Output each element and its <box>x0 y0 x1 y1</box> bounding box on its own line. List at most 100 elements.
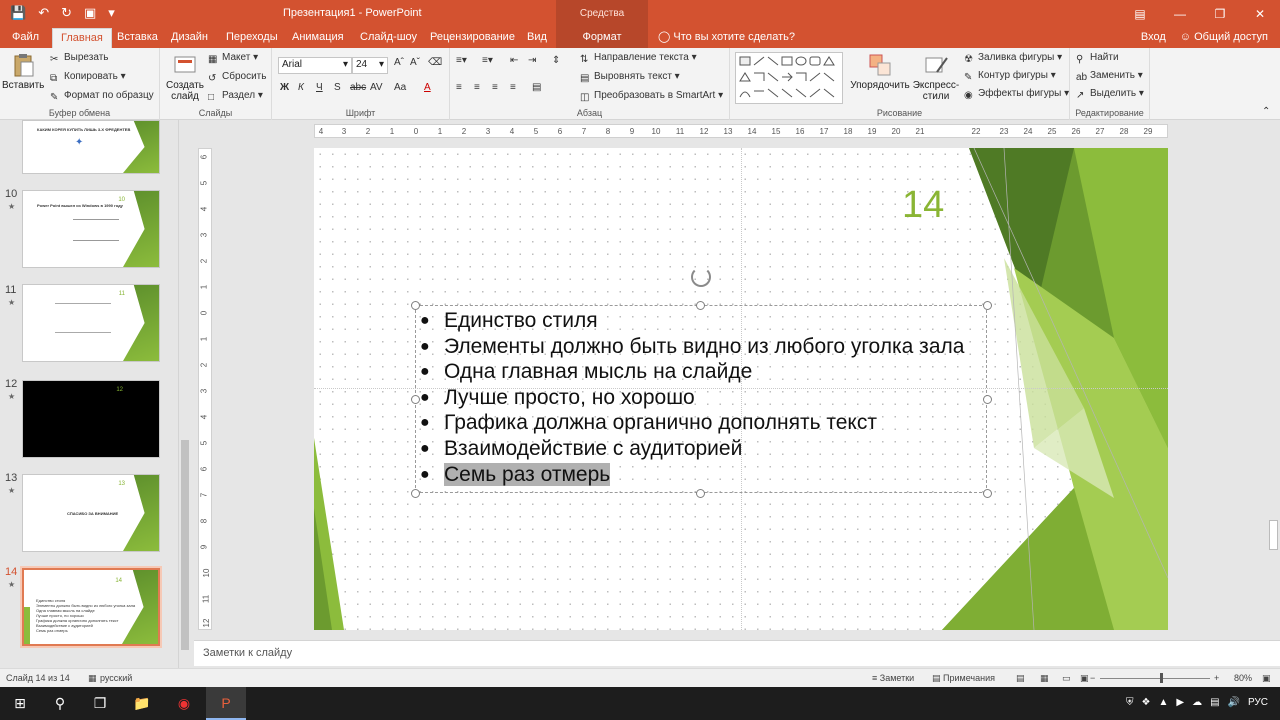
redo-icon[interactable]: ↻ <box>61 5 72 21</box>
close-button[interactable]: ✕ <box>1240 0 1280 28</box>
new-slide-button[interactable]: Создать слайд <box>164 52 206 102</box>
search-icon[interactable]: ⚲ <box>40 687 80 720</box>
decrease-indent-button[interactable]: ⇤ <box>510 55 518 66</box>
tab-design[interactable]: Дизайн <box>171 28 208 48</box>
font-size-field[interactable]: 24 ▾ <box>352 57 388 74</box>
tab-format[interactable]: Формат <box>556 28 648 48</box>
bullets-button[interactable]: ≡▾ <box>456 55 467 66</box>
minimize-button[interactable]: — <box>1160 0 1200 28</box>
find-button[interactable]: ⚲ Найти <box>1076 52 1119 66</box>
bullet-item[interactable]: ● Семь раз отмерь <box>420 462 964 488</box>
slide-sorter-icon[interactable]: ▦ <box>1040 673 1049 684</box>
cloud-icon[interactable]: ☁ <box>1192 697 1202 708</box>
resize-handle[interactable] <box>411 395 420 404</box>
tab-review[interactable]: Рецензирование <box>430 28 515 48</box>
slide-thumbnail-13[interactable]: 13 СПАСИБО ЗА ВНИМАНИЕ <box>22 474 160 552</box>
shadow-button[interactable]: S <box>334 82 341 93</box>
resize-handle[interactable] <box>411 489 420 498</box>
input-language[interactable]: РУС <box>1248 697 1268 708</box>
scrollbar-thumb[interactable] <box>1269 520 1278 550</box>
justify-button[interactable]: ≡ <box>510 82 516 93</box>
zoom-out-icon[interactable]: − <box>1090 673 1095 683</box>
replace-button[interactable]: ab Заменить ▾ <box>1076 70 1143 84</box>
zoom-slider[interactable] <box>1100 678 1210 679</box>
volume-icon[interactable]: 🔊 <box>1228 697 1240 708</box>
paste-button[interactable]: Вставить <box>2 52 44 91</box>
shapes-gallery[interactable] <box>735 52 843 104</box>
align-center-button[interactable]: ≡ <box>474 82 480 93</box>
cut-button[interactable]: ✂ Вырезать <box>50 52 108 66</box>
align-text-button[interactable]: ▤ Выровнять текст ▾ <box>580 71 680 85</box>
save-icon[interactable]: 💾 <box>10 5 26 21</box>
normal-view-icon[interactable]: ▤ <box>1016 673 1025 684</box>
columns-button[interactable]: ▤ <box>532 82 541 93</box>
undo-icon[interactable]: ↶ <box>38 5 49 21</box>
spellcheck-icon[interactable]: ▦ <box>88 673 97 684</box>
numbering-button[interactable]: ≡▾ <box>482 55 493 66</box>
windows-start-icon[interactable]: ⊞ <box>0 687 40 720</box>
line-spacing-button[interactable]: ⇕ <box>552 55 560 66</box>
bullet-item[interactable]: ● Графика должна органично дополнять текс… <box>420 410 964 436</box>
slide-thumbnails-panel[interactable]: КАКИМ КОРЕЯ КУПИТЬ ЛИШЬ 3-Х ФРЕДЕНТЕВ ✦ … <box>0 120 194 668</box>
language-indicator[interactable]: русский <box>100 673 132 683</box>
customize-qat-icon[interactable]: ▾ <box>108 5 115 21</box>
rotate-handle[interactable] <box>691 267 711 287</box>
vertical-ruler[interactable]: 6 5 4 3 2 1 0 1 2 3 4 5 6 7 8 9 10 11 12 <box>198 148 212 630</box>
spacing-button[interactable]: AV <box>370 82 383 93</box>
network-icon[interactable]: ▤ <box>1210 697 1219 708</box>
slideshow-view-icon[interactable]: ▣ <box>1080 673 1089 684</box>
format-painter-button[interactable]: ✎ Формат по образцу <box>50 90 154 104</box>
comments-toggle[interactable]: ▤ Примечания <box>932 673 995 684</box>
task-view-icon[interactable]: ❐ <box>80 687 120 720</box>
slide-thumbnail-9[interactable]: КАКИМ КОРЕЯ КУПИТЬ ЛИШЬ 3-Х ФРЕДЕНТЕВ ✦ <box>22 120 160 174</box>
share-button[interactable]: ☺ Общий доступ <box>1180 28 1268 47</box>
strikethrough-button[interactable]: abc <box>350 82 366 93</box>
copy-button[interactable]: ⧉ Копировать ▾ <box>50 71 126 85</box>
resize-handle[interactable] <box>983 489 992 498</box>
bluetooth-icon[interactable]: ▲ <box>1158 697 1168 708</box>
shape-fill-button[interactable]: ☢ Заливка фигуры ▾ <box>964 52 1062 66</box>
slide-thumbnail-14[interactable]: 14 Единство стиля Элементы должно быть в… <box>20 566 162 648</box>
slide-thumbnail-12[interactable]: 12 <box>22 380 160 458</box>
increase-indent-button[interactable]: ⇥ <box>528 55 536 66</box>
slide-canvas[interactable]: 14 ● Единство стиля ● Элементы должно быть… <box>314 148 1168 630</box>
thumbnails-scrollbar[interactable] <box>178 120 190 668</box>
resize-handle[interactable] <box>696 489 705 498</box>
resize-handle[interactable] <box>983 301 992 310</box>
file-explorer-icon[interactable]: 📁 <box>122 687 162 720</box>
resize-handle[interactable] <box>983 395 992 404</box>
tell-me-box[interactable]: ◯ Что вы хотите сделать? <box>658 28 795 48</box>
grow-font-button[interactable]: Aˆ <box>394 57 404 68</box>
bullet-item[interactable]: ● Элементы должно быть видно из любого уг… <box>420 334 964 360</box>
horizontal-ruler[interactable]: 4 3 2 1 0 1 2 3 4 5 6 7 8 9 10 11 12 13 … <box>314 124 1168 138</box>
underline-button[interactable]: Ч <box>316 82 323 93</box>
collapse-ribbon-icon[interactable]: ⌃ <box>1262 106 1270 117</box>
align-right-button[interactable]: ≡ <box>492 82 498 93</box>
tab-slideshow[interactable]: Слайд-шоу <box>360 28 417 48</box>
arrange-button[interactable]: Упорядочить <box>848 52 912 91</box>
tab-file[interactable]: Файл <box>12 28 39 48</box>
bullet-item[interactable]: ● Одна главная мысль на слайде <box>420 359 964 385</box>
tab-view[interactable]: Вид <box>527 28 547 48</box>
zoom-in-icon[interactable]: + <box>1214 673 1219 683</box>
font-name-field[interactable]: Arial ▾ <box>278 57 352 74</box>
reset-button[interactable]: ↺ Сбросить <box>208 71 266 85</box>
font-color-button[interactable]: A <box>424 82 431 93</box>
signin-link[interactable]: Вход <box>1141 28 1166 47</box>
shape-outline-button[interactable]: ✎ Контур фигуры ▾ <box>964 70 1056 84</box>
dropbox-icon[interactable]: ❖ <box>1142 697 1151 708</box>
bullet-item[interactable]: ● Лучше просто, но хорошо <box>420 385 964 411</box>
text-direction-button[interactable]: ⇅ Направление текста ▾ <box>580 52 697 66</box>
fit-slide-icon[interactable]: ▣ <box>1262 673 1271 684</box>
select-button[interactable]: ↗ Выделить ▾ <box>1076 88 1144 102</box>
italic-button[interactable]: К <box>298 82 304 93</box>
shield-icon[interactable]: ⛨ <box>1126 697 1134 708</box>
tab-home[interactable]: Главная <box>52 28 112 48</box>
yandex-browser-icon[interactable]: ◉ <box>164 687 204 720</box>
layout-button[interactable]: ▦ Макет ▾ <box>208 52 258 66</box>
slide-thumbnail-11[interactable]: 11 <box>22 284 160 362</box>
ribbon-options-icon[interactable]: ▤ <box>1120 0 1160 28</box>
scrollbar-thumb[interactable] <box>181 440 189 650</box>
bullet-item[interactable]: ● Единство стиля <box>420 308 964 334</box>
reading-view-icon[interactable]: ▭ <box>1062 673 1071 684</box>
